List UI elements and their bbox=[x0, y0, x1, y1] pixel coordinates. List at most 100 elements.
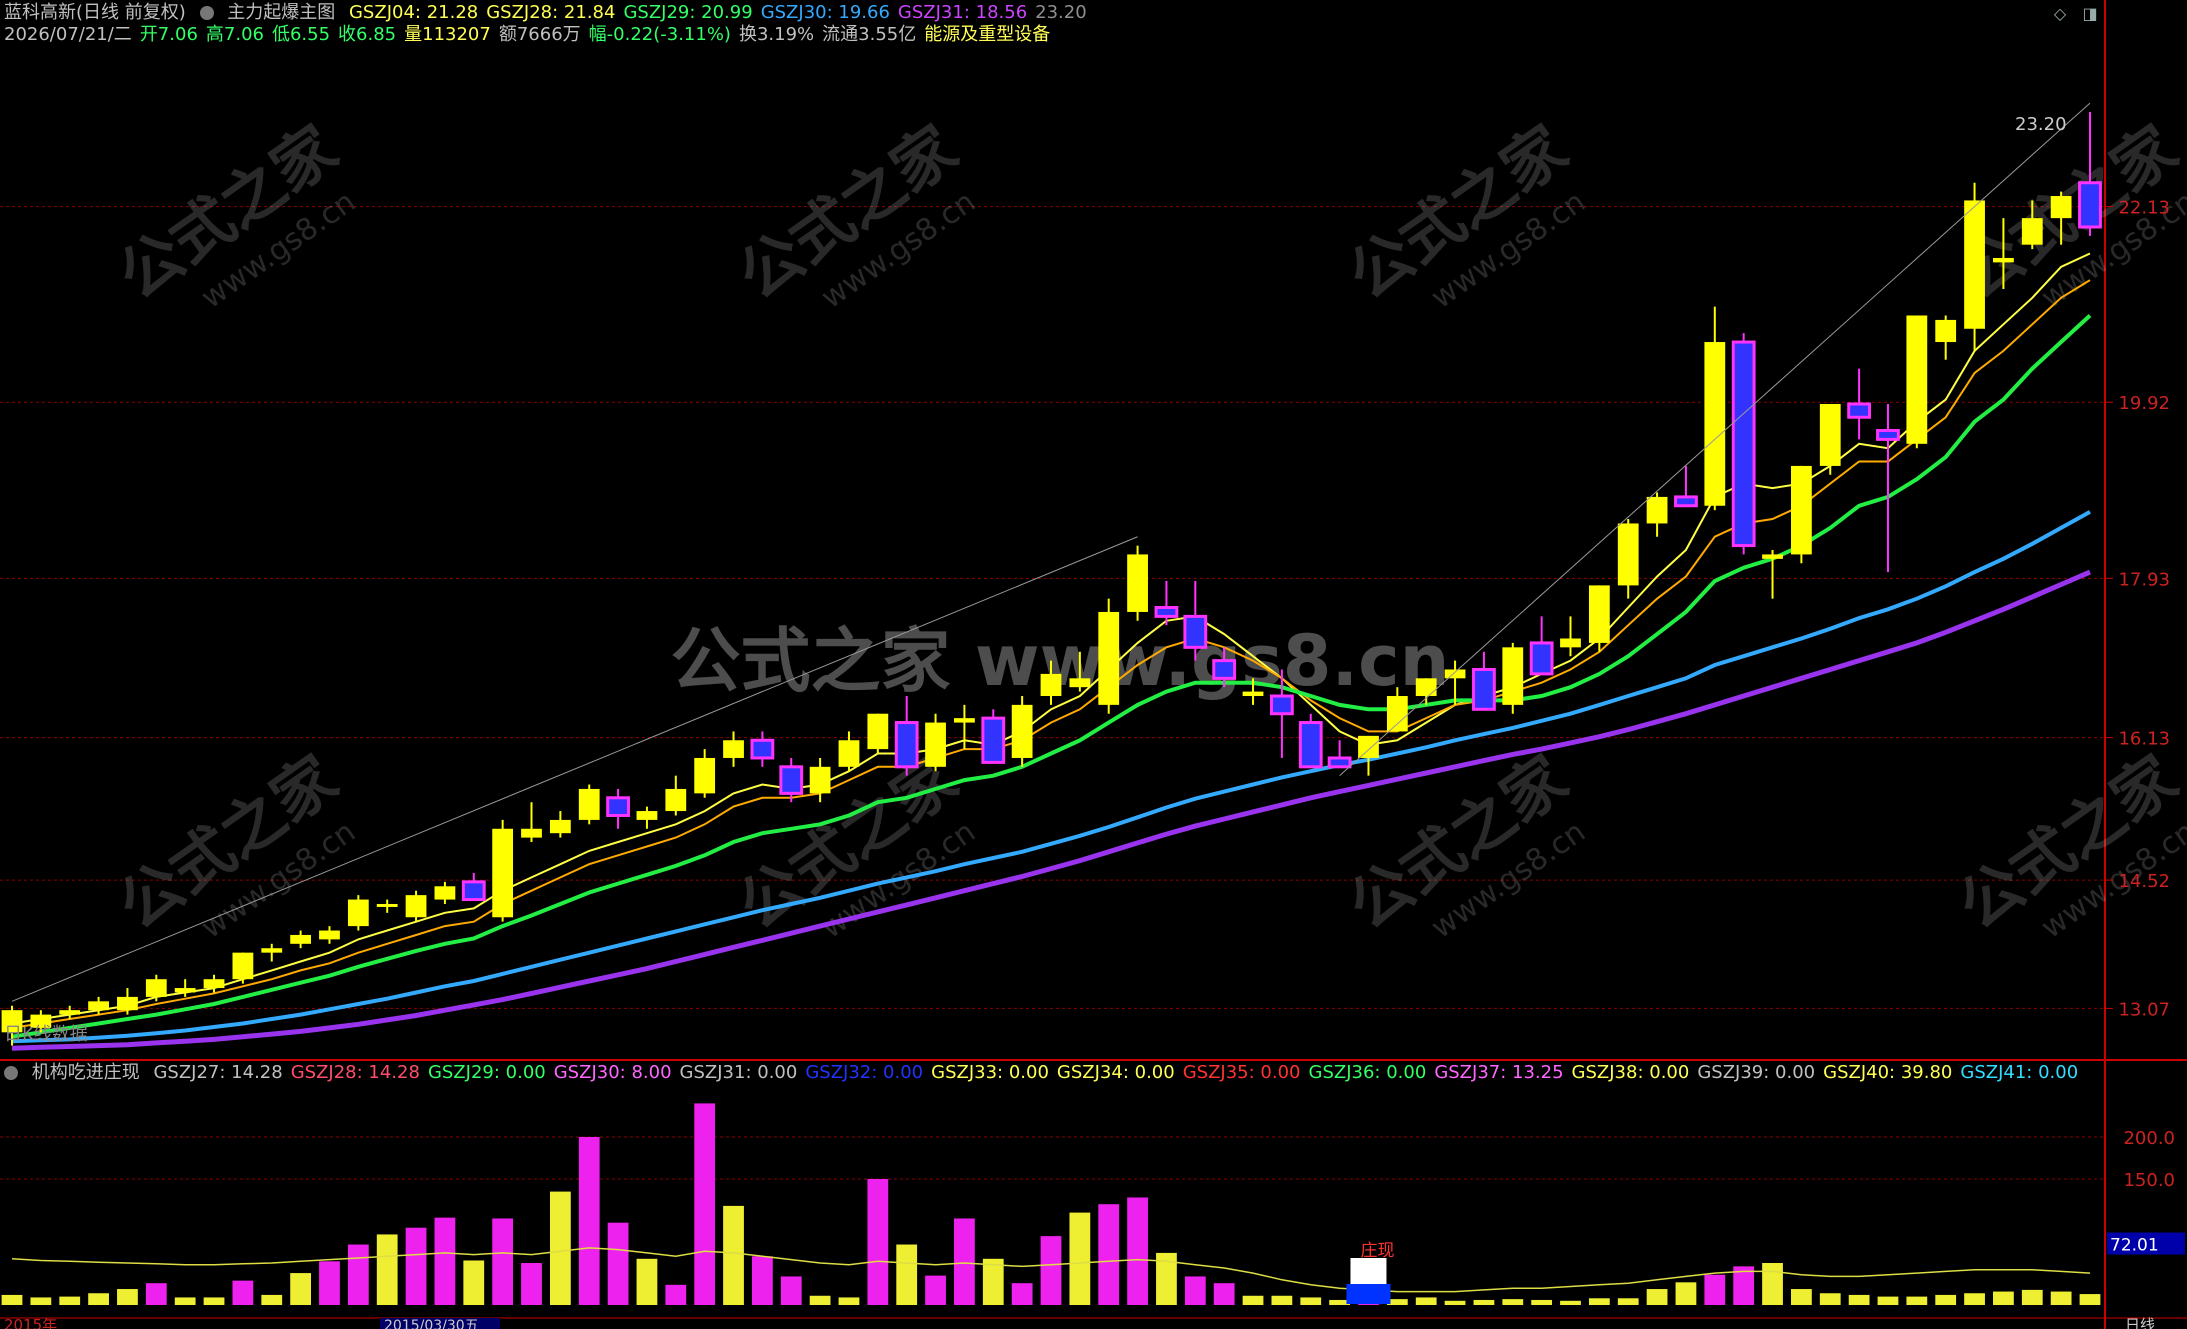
sub-indicator-value: GSZJ27: 14.28 bbox=[153, 1062, 283, 1083]
sub-bar bbox=[1271, 1295, 1293, 1305]
sub-bar bbox=[145, 1283, 167, 1305]
sub-bar bbox=[1646, 1289, 1668, 1305]
price-tick-label: 22.13 bbox=[2118, 198, 2170, 219]
sub-indicator-value: GSZJ32: 0.00 bbox=[805, 1062, 924, 1083]
sub-bar bbox=[1588, 1298, 1610, 1305]
quote-field: 高7.06 bbox=[205, 24, 264, 45]
candle-body-up bbox=[1386, 696, 1408, 732]
watermark-tile: 公式之家www.gs8.cn bbox=[1335, 741, 1592, 945]
candle-body-up bbox=[578, 788, 600, 820]
candle-body-down bbox=[750, 738, 775, 760]
sub-bar bbox=[59, 1296, 81, 1305]
formula-name[interactable]: 主力起爆主图 bbox=[227, 2, 335, 23]
sub-indicator-value: GSZJ30: 8.00 bbox=[553, 1062, 672, 1083]
quote-field: 流通3.55亿 bbox=[822, 24, 917, 45]
highlight-tick-label: 72.01 bbox=[2110, 1236, 2159, 1256]
sub-indicator-bars: 150.0 200.0 72.01 庄现 2015年 2015/03/30五 日线 bbox=[0, 1103, 2185, 1329]
candle-body-up bbox=[1704, 342, 1726, 506]
sub-indicator-value: GSZJ41: 0.00 bbox=[1960, 1062, 2079, 1083]
sub-indicator-value: GSZJ35: 0.00 bbox=[1182, 1062, 1301, 1083]
sub-bar bbox=[1415, 1297, 1437, 1305]
sub-bar bbox=[867, 1179, 889, 1305]
sub-bar bbox=[809, 1295, 831, 1305]
candle-body-up bbox=[1242, 691, 1264, 697]
chart-canvas: 公式之家www.gs8.cn 公式之家www.gs8.cn 公式之家www.gs8.… bbox=[0, 0, 2187, 1329]
candle-body-up bbox=[1011, 704, 1033, 758]
annotation-base bbox=[1346, 1284, 1391, 1304]
sub-bar bbox=[1213, 1283, 1235, 1305]
candle-body-up bbox=[1993, 257, 2014, 263]
candle-body-up bbox=[174, 988, 196, 993]
sub-bar bbox=[463, 1260, 485, 1305]
sub-indicator-values: GSZJ27: 14.28 GSZJ28: 14.28 GSZJ29: 0.00 GS… bbox=[153, 1062, 2086, 1083]
candle-body-up bbox=[809, 766, 831, 794]
watermark-tile: 公式之家www.gs8.cn bbox=[1335, 111, 1592, 315]
sub-bar bbox=[636, 1258, 658, 1305]
candle-body-up bbox=[1560, 638, 1581, 648]
sub-bar bbox=[319, 1261, 340, 1305]
sub-bar bbox=[117, 1289, 138, 1305]
candle-body-up bbox=[88, 1001, 109, 1011]
candle-body-up bbox=[665, 788, 687, 812]
data-label: 日K线数据 bbox=[4, 1024, 88, 1045]
annotation-block bbox=[1350, 1258, 1387, 1286]
candle-body-up bbox=[2050, 196, 2072, 219]
sub-formula-toggle-icon[interactable] bbox=[4, 1066, 18, 1080]
sub-bar bbox=[954, 1218, 975, 1305]
candle-body-up bbox=[492, 828, 514, 918]
indicator-value: GSZJ28: 21.84 bbox=[486, 2, 616, 23]
sub-tick-label: 200.0 bbox=[2123, 1128, 2175, 1149]
sub-bar bbox=[723, 1205, 744, 1305]
watermark-layer: 公式之家www.gs8.cn 公式之家www.gs8.cn 公式之家www.gs8.… bbox=[105, 111, 2187, 945]
sub-bar bbox=[2079, 1294, 2101, 1305]
candle-body-down bbox=[606, 796, 630, 817]
quote-field: 收6.85 bbox=[338, 24, 397, 45]
sub-bar bbox=[1011, 1283, 1033, 1305]
indicator-value: GSZJ04: 21.28 bbox=[348, 2, 479, 23]
candle-body-up bbox=[954, 718, 975, 723]
candle-body-up bbox=[2021, 218, 2043, 245]
sub-bar bbox=[751, 1256, 773, 1305]
candle-body-down bbox=[981, 716, 1006, 764]
diamond-icon[interactable]: ◇ bbox=[2050, 4, 2070, 24]
price-tick-label: 19.92 bbox=[2118, 393, 2170, 414]
sub-bar bbox=[1, 1294, 23, 1305]
candle-body-up bbox=[1762, 554, 1783, 559]
sub-bar bbox=[290, 1273, 312, 1305]
candle-body-up bbox=[636, 811, 658, 820]
sub-bar bbox=[261, 1294, 283, 1305]
sub-bar bbox=[174, 1297, 196, 1305]
candle-body-up bbox=[1127, 554, 1148, 612]
sub-bar bbox=[1790, 1289, 1812, 1305]
sub-bar bbox=[578, 1137, 600, 1305]
formula-toggle-icon[interactable] bbox=[199, 6, 214, 20]
sub-bar bbox=[1675, 1282, 1697, 1305]
candle-body-up bbox=[1444, 669, 1466, 679]
sub-bar bbox=[1444, 1300, 1466, 1305]
candle-body-up bbox=[1617, 523, 1639, 586]
price-tick-label: 13.07 bbox=[2118, 999, 2170, 1020]
candle-body-down bbox=[1327, 756, 1352, 769]
sub-indicator-value: GSZJ31: 0.00 bbox=[679, 1062, 798, 1083]
quote-field: 能源及重型设备 bbox=[924, 24, 1051, 45]
watermark-tile: 公式之家www.gs8.cn bbox=[105, 741, 362, 945]
sub-bar bbox=[88, 1293, 109, 1305]
sub-bar bbox=[2021, 1289, 2043, 1305]
sub-formula-name[interactable]: 机构吃进庄现 bbox=[32, 1062, 140, 1083]
candle-body-down bbox=[894, 721, 919, 769]
sub-bar bbox=[434, 1217, 456, 1305]
quote-field: 2026/07/21/二 bbox=[4, 24, 132, 45]
max-price-label: 23.20 bbox=[2015, 114, 2067, 135]
sub-bar bbox=[1502, 1299, 1524, 1305]
quote-row: 2026/07/21/二 开7.06 高7.06 低6.55 收6.85 量113207 额… bbox=[4, 22, 1058, 48]
sub-bar bbox=[925, 1275, 946, 1305]
candle-body-down bbox=[1269, 694, 1294, 716]
candle-body-up bbox=[434, 886, 456, 900]
sub-bar bbox=[1617, 1298, 1639, 1305]
sub-indicator-value: GSZJ33: 0.00 bbox=[931, 1062, 1049, 1083]
window-toggle-icon[interactable]: ◨ bbox=[2080, 4, 2100, 24]
stock-name[interactable]: 蓝科高新(日线 前复权) bbox=[4, 2, 186, 23]
sub-bar bbox=[1964, 1293, 1985, 1305]
candle-body-up bbox=[1790, 465, 1812, 555]
candle-body-up bbox=[1819, 403, 1841, 466]
